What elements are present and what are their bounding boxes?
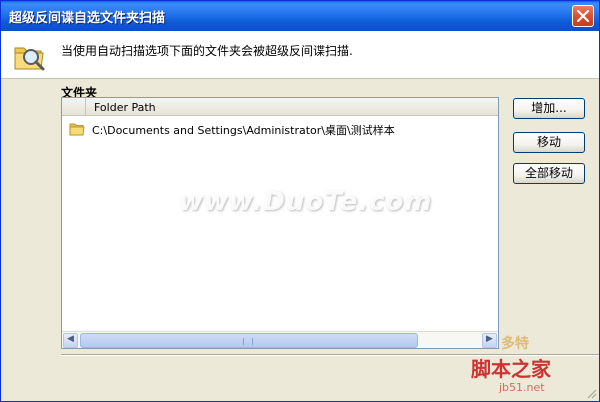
remove-button[interactable]: 移动	[513, 132, 585, 153]
header-band: 当使用自动扫描选项下面的文件夹会被超级反间谍扫描.	[1, 31, 599, 79]
add-button[interactable]: 增加...	[513, 98, 585, 119]
dialog-window: 超级反间谍自选文件夹扫描 当使用自动扫描选项下面的文件夹会被超级反间谍扫描. 文…	[0, 0, 600, 402]
scrollbar-thumb[interactable]	[80, 333, 418, 348]
remove-all-button[interactable]: 全部移动	[513, 163, 585, 184]
watermark-corner-mid: 脚本之家	[471, 357, 551, 381]
chevron-right-icon: ▶	[486, 334, 493, 344]
watermark-center: www.DuoTe.com	[179, 187, 433, 217]
scroll-right-button[interactable]: ▶	[482, 333, 497, 348]
column-header-icon-cell	[62, 98, 86, 116]
close-icon	[577, 10, 589, 22]
title-bar[interactable]: 超级反间谍自选文件夹扫描	[1, 1, 599, 31]
column-header[interactable]: Folder Path	[62, 98, 498, 116]
scroll-left-button[interactable]: ◀	[63, 333, 78, 348]
chevron-left-icon: ◀	[67, 334, 74, 344]
watermark-corner-bottom: jb51.net	[499, 381, 545, 394]
folder-path-text: C:\Documents and Settings\Administrator\…	[92, 124, 395, 137]
folder-search-icon	[14, 47, 45, 71]
folder-list[interactable]: Folder Path C:\Documents and Settings\Ad…	[61, 97, 499, 349]
resize-grip-icon[interactable]	[585, 387, 597, 399]
list-item[interactable]: C:\Documents and Settings\Administrator\…	[62, 120, 498, 138]
close-button[interactable]	[572, 5, 594, 27]
watermark-corner-top: 多特	[501, 336, 529, 352]
window-title: 超级反间谍自选文件夹扫描	[9, 11, 166, 26]
header-description: 当使用自动扫描选项下面的文件夹会被超级反间谍扫描.	[61, 44, 353, 58]
folder-icon	[69, 123, 85, 136]
horizontal-scrollbar[interactable]: ◀ ▶	[62, 331, 498, 348]
grip-icon	[243, 338, 253, 345]
column-header-folder-path: Folder Path	[94, 101, 156, 114]
